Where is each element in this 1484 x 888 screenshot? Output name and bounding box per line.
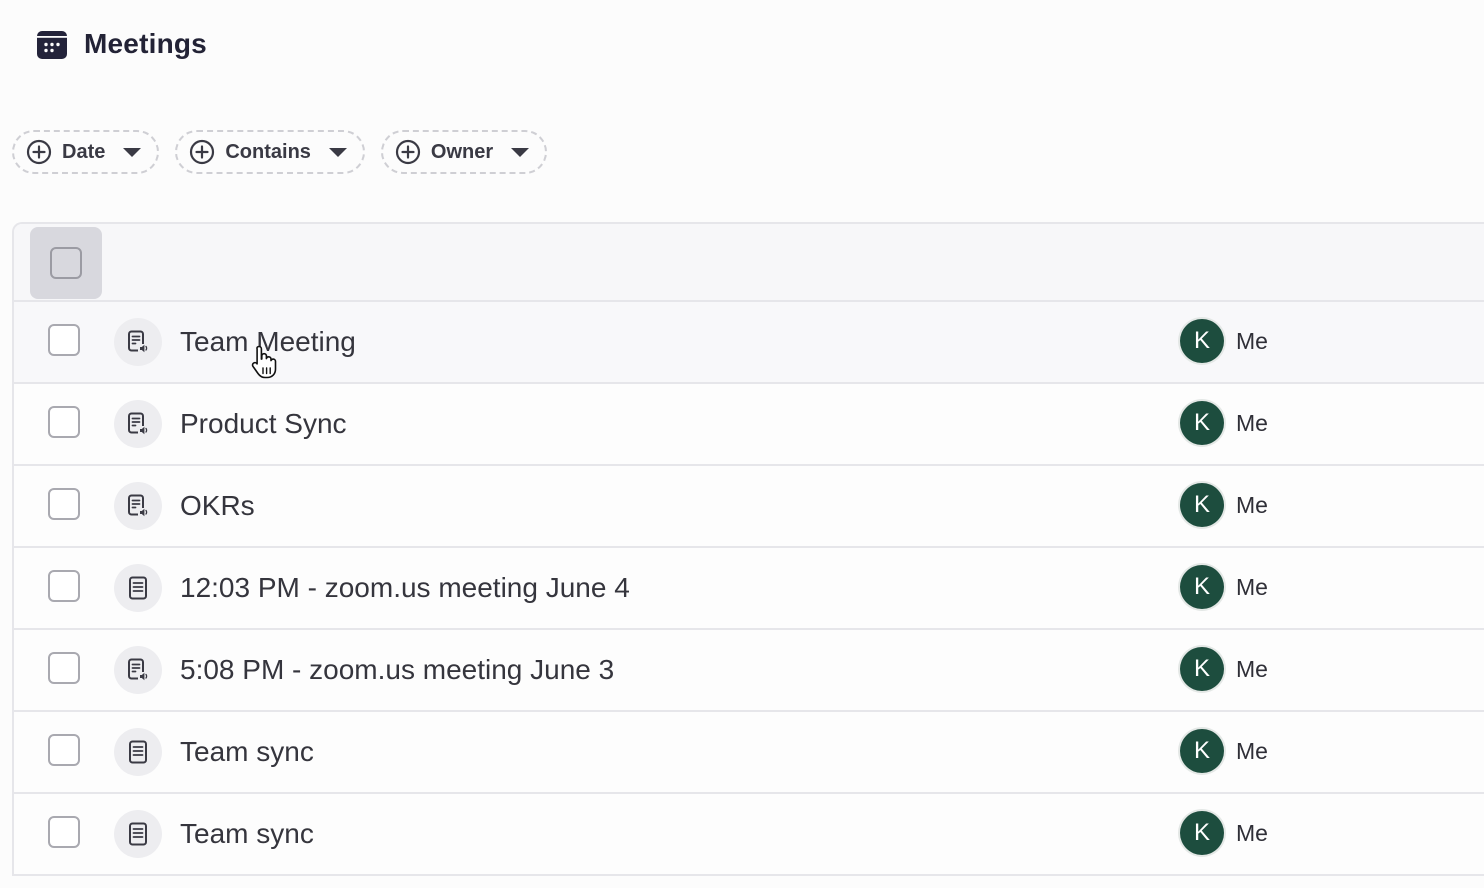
avatar: K (1180, 565, 1224, 609)
owner-cell: K Me (1180, 319, 1268, 363)
owner-cell: K Me (1180, 565, 1268, 609)
caret-down-icon (511, 147, 530, 157)
avatar: K (1180, 729, 1224, 773)
document-icon (114, 564, 162, 612)
owner-name: Me (1236, 491, 1268, 518)
table-row[interactable]: OKRs K Me (14, 466, 1484, 548)
avatar: K (1180, 647, 1224, 691)
meeting-title[interactable]: Team sync (180, 712, 314, 792)
filter-owner-button[interactable]: Owner (380, 130, 548, 174)
meeting-title[interactable]: 12:03 PM - zoom.us meeting June 4 (180, 548, 630, 628)
owner-cell: K Me (1180, 811, 1268, 855)
owner-cell: K Me (1180, 729, 1268, 773)
avatar: K (1180, 811, 1224, 855)
meeting-title[interactable]: Team Meeting (180, 302, 356, 382)
table-row[interactable]: Team Meeting K Me (14, 302, 1484, 384)
plus-circle-icon (189, 139, 215, 165)
row-checkbox[interactable] (48, 488, 80, 520)
calendar-icon (36, 28, 68, 60)
audio-transcript-icon (114, 318, 162, 366)
row-checkbox[interactable] (48, 324, 80, 356)
meeting-title[interactable]: 5:08 PM - zoom.us meeting June 3 (180, 630, 614, 710)
filter-date-label: Date (62, 140, 106, 163)
filter-contains-button[interactable]: Contains (175, 130, 365, 174)
filter-date-button[interactable]: Date (12, 130, 160, 174)
document-icon (114, 728, 162, 776)
caret-down-icon (328, 147, 347, 157)
caret-down-icon (123, 147, 142, 157)
row-checkbox[interactable] (48, 570, 80, 602)
document-icon (114, 810, 162, 858)
select-all-checkbox[interactable] (50, 247, 82, 279)
owner-name: Me (1236, 409, 1268, 436)
owner-cell: K Me (1180, 647, 1268, 691)
audio-transcript-icon (114, 646, 162, 694)
owner-name: Me (1236, 655, 1268, 682)
table-row[interactable]: Product Sync K Me (14, 384, 1484, 466)
avatar: K (1180, 483, 1224, 527)
filter-bar: Date Contains Owner (12, 130, 548, 174)
avatar: K (1180, 401, 1224, 445)
filter-owner-label: Owner (430, 140, 494, 163)
meeting-title[interactable]: Product Sync (180, 384, 347, 464)
plus-circle-icon (26, 139, 52, 165)
meeting-title[interactable]: Team sync (180, 794, 314, 874)
filter-contains-label: Contains (225, 140, 311, 163)
select-all-cell (30, 227, 102, 299)
row-checkbox[interactable] (48, 406, 80, 438)
audio-transcript-icon (114, 482, 162, 530)
meetings-table: Team Meeting K Me Product Sync K Me OKRs K Me 12:… (12, 222, 1484, 876)
table-row[interactable]: Team sync K Me (14, 712, 1484, 794)
table-body: Team Meeting K Me Product Sync K Me OKRs K Me 12:… (14, 302, 1484, 876)
table-row[interactable]: 12:03 PM - zoom.us meeting June 4 K Me (14, 548, 1484, 630)
table-row[interactable]: Team sync K Me (14, 794, 1484, 876)
row-checkbox[interactable] (48, 734, 80, 766)
plus-circle-icon (395, 139, 421, 165)
owner-cell: K Me (1180, 401, 1268, 445)
meeting-title[interactable]: OKRs (180, 466, 255, 546)
table-header (14, 224, 1484, 302)
row-checkbox[interactable] (48, 816, 80, 848)
owner-cell: K Me (1180, 483, 1268, 527)
owner-name: Me (1236, 327, 1268, 354)
avatar: K (1180, 319, 1224, 363)
owner-name: Me (1236, 573, 1268, 600)
row-checkbox[interactable] (48, 652, 80, 684)
owner-name: Me (1236, 819, 1268, 846)
owner-name: Me (1236, 737, 1268, 764)
table-row[interactable]: 5:08 PM - zoom.us meeting June 3 K Me (14, 630, 1484, 712)
page-title: Meetings (84, 28, 207, 59)
page-header: Meetings (36, 24, 207, 64)
audio-transcript-icon (114, 400, 162, 448)
